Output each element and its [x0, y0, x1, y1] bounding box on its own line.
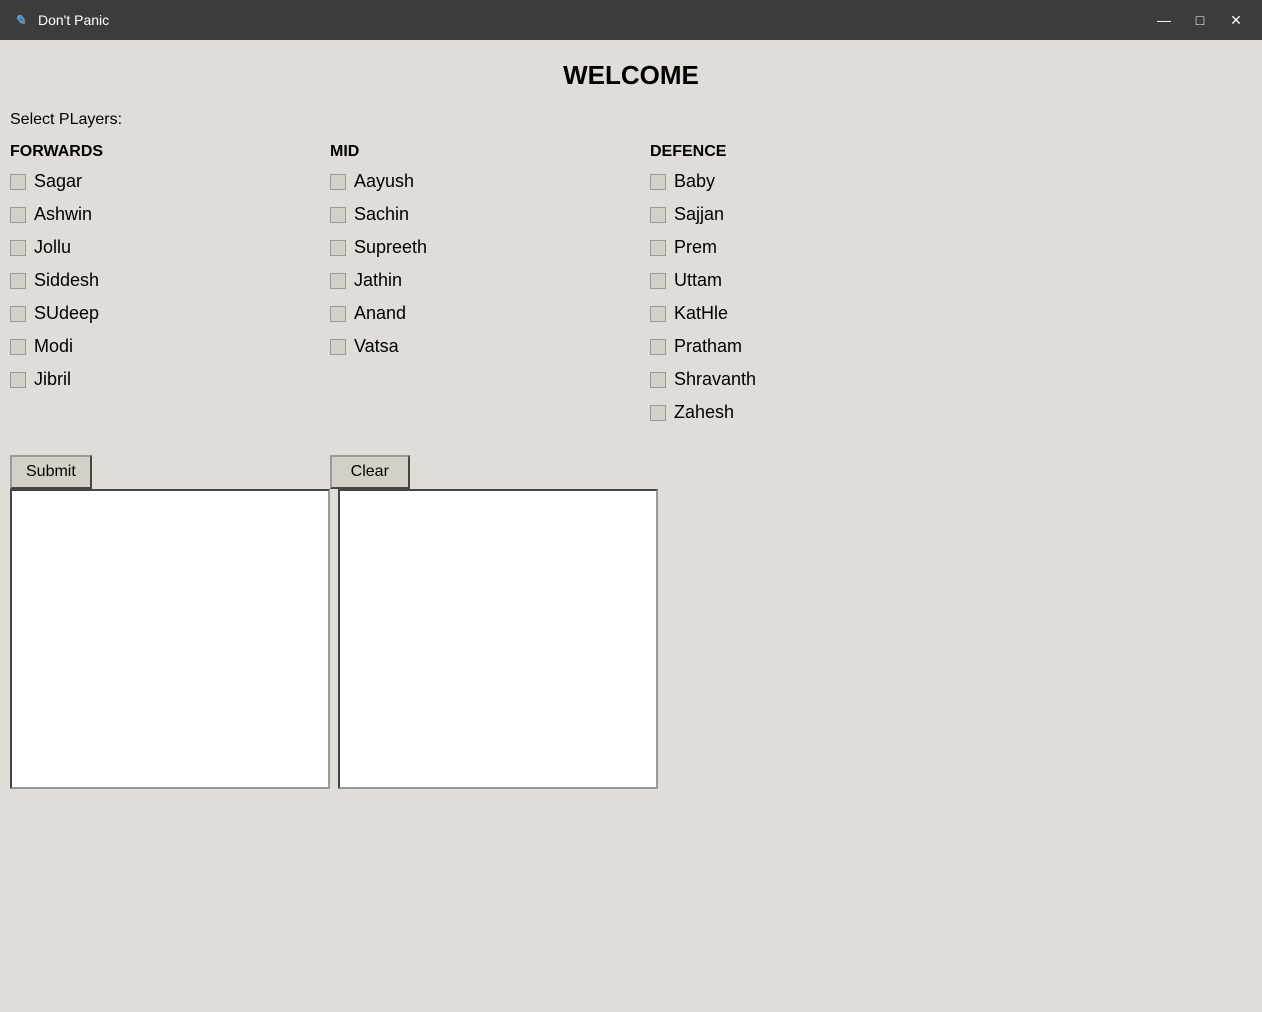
baby-label[interactable]: Baby: [674, 171, 715, 192]
jathin-label[interactable]: Jathin: [354, 270, 402, 291]
right-textarea[interactable]: [338, 489, 658, 789]
list-item: Prem: [650, 237, 960, 258]
modi-checkbox[interactable]: [10, 339, 26, 355]
sudeep-label[interactable]: SUdeep: [34, 303, 99, 324]
list-item: Baby: [650, 171, 960, 192]
defence-header: DEFENCE: [650, 143, 960, 161]
modi-label[interactable]: Modi: [34, 336, 73, 357]
list-item: Pratham: [650, 336, 960, 357]
list-item: KatHle: [650, 303, 960, 324]
maximize-button[interactable]: □: [1184, 6, 1216, 34]
defence-column: DEFENCE Baby Sajjan Prem Uttam KatHle: [650, 143, 970, 435]
siddesh-label[interactable]: Siddesh: [34, 270, 99, 291]
list-item: Modi: [10, 336, 320, 357]
list-item: Sachin: [330, 204, 640, 225]
forwards-column: FORWARDS Sagar Ashwin Jollu Siddesh SUde…: [10, 143, 330, 435]
vatsa-checkbox[interactable]: [330, 339, 346, 355]
list-item: Aayush: [330, 171, 640, 192]
title-bar: ✎ Don't Panic — □ ✕: [0, 0, 1262, 40]
ashwin-checkbox[interactable]: [10, 207, 26, 223]
baby-checkbox[interactable]: [650, 174, 666, 190]
vatsa-label[interactable]: Vatsa: [354, 336, 399, 357]
clear-button[interactable]: Clear: [330, 455, 410, 489]
app-icon: ✎: [10, 10, 30, 30]
sudeep-checkbox[interactable]: [10, 306, 26, 322]
anand-label[interactable]: Anand: [354, 303, 406, 324]
list-item: Uttam: [650, 270, 960, 291]
aayush-label[interactable]: Aayush: [354, 171, 414, 192]
sajjan-checkbox[interactable]: [650, 207, 666, 223]
app-content: WELCOME Select PLayers: FORWARDS Sagar A…: [0, 40, 1262, 1012]
sagar-checkbox[interactable]: [10, 174, 26, 190]
list-item: SUdeep: [10, 303, 320, 324]
jathin-checkbox[interactable]: [330, 273, 346, 289]
mid-column: MID Aayush Sachin Supreeth Jathin Anand: [330, 143, 650, 435]
close-button[interactable]: ✕: [1220, 6, 1252, 34]
forwards-header: FORWARDS: [10, 143, 320, 161]
title-bar-left: ✎ Don't Panic: [10, 10, 109, 30]
window-title: Don't Panic: [38, 12, 109, 28]
welcome-heading: WELCOME: [10, 60, 1252, 91]
list-item: Sajjan: [650, 204, 960, 225]
ashwin-label[interactable]: Ashwin: [34, 204, 92, 225]
text-areas-row: [10, 489, 1252, 789]
list-item: Anand: [330, 303, 640, 324]
aayush-checkbox[interactable]: [330, 174, 346, 190]
list-item: Supreeth: [330, 237, 640, 258]
sajjan-label[interactable]: Sajjan: [674, 204, 724, 225]
list-item: Jathin: [330, 270, 640, 291]
supreeth-label[interactable]: Supreeth: [354, 237, 427, 258]
jibril-label[interactable]: Jibril: [34, 369, 71, 390]
list-item: Zahesh: [650, 402, 960, 423]
sachin-checkbox[interactable]: [330, 207, 346, 223]
pratham-label[interactable]: Pratham: [674, 336, 742, 357]
jibril-checkbox[interactable]: [10, 372, 26, 388]
jollu-label[interactable]: Jollu: [34, 237, 71, 258]
mid-header: MID: [330, 143, 640, 161]
list-item: Siddesh: [10, 270, 320, 291]
prem-checkbox[interactable]: [650, 240, 666, 256]
minimize-button[interactable]: —: [1148, 6, 1180, 34]
submit-button[interactable]: Submit: [10, 455, 92, 489]
shravanth-checkbox[interactable]: [650, 372, 666, 388]
list-item: Shravanth: [650, 369, 960, 390]
title-bar-controls: — □ ✕: [1148, 6, 1252, 34]
list-item: Vatsa: [330, 336, 640, 357]
shravanth-label[interactable]: Shravanth: [674, 369, 756, 390]
list-item: Jibril: [10, 369, 320, 390]
select-players-label: Select PLayers:: [10, 111, 1252, 129]
left-textarea[interactable]: [10, 489, 330, 789]
sachin-label[interactable]: Sachin: [354, 204, 409, 225]
prem-label[interactable]: Prem: [674, 237, 717, 258]
kathle-label[interactable]: KatHle: [674, 303, 728, 324]
jollu-checkbox[interactable]: [10, 240, 26, 256]
list-item: Ashwin: [10, 204, 320, 225]
zahesh-label[interactable]: Zahesh: [674, 402, 734, 423]
uttam-checkbox[interactable]: [650, 273, 666, 289]
columns-container: FORWARDS Sagar Ashwin Jollu Siddesh SUde…: [10, 143, 1252, 435]
kathle-checkbox[interactable]: [650, 306, 666, 322]
list-item: Jollu: [10, 237, 320, 258]
uttam-label[interactable]: Uttam: [674, 270, 722, 291]
anand-checkbox[interactable]: [330, 306, 346, 322]
zahesh-checkbox[interactable]: [650, 405, 666, 421]
siddesh-checkbox[interactable]: [10, 273, 26, 289]
list-item: Sagar: [10, 171, 320, 192]
buttons-row: Submit Clear: [10, 455, 1252, 489]
pratham-checkbox[interactable]: [650, 339, 666, 355]
sagar-label[interactable]: Sagar: [34, 171, 82, 192]
supreeth-checkbox[interactable]: [330, 240, 346, 256]
